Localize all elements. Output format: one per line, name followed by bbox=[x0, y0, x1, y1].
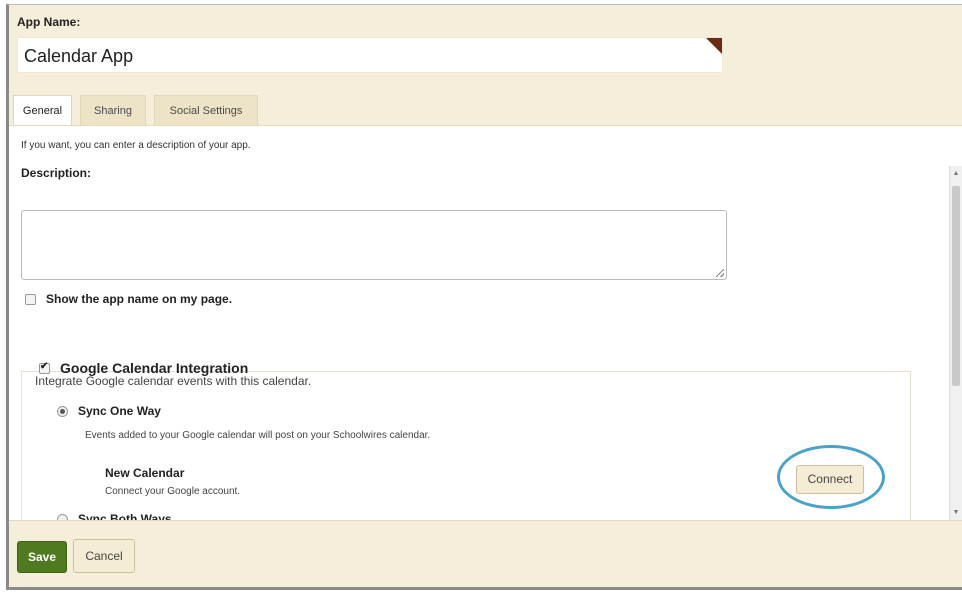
scroll-thumb[interactable] bbox=[952, 186, 960, 386]
sync-one-way-description: Events added to your Google calendar wil… bbox=[85, 430, 431, 441]
description-label: Description: bbox=[21, 166, 92, 180]
google-integration-description: Integrate Google calendar events with th… bbox=[35, 374, 312, 388]
resize-grip-icon[interactable] bbox=[716, 269, 724, 277]
app-header-panel: App Name: Calendar App General Sharing S… bbox=[9, 5, 962, 126]
new-calendar-title: New Calendar bbox=[105, 466, 185, 480]
tab-general[interactable]: General bbox=[13, 95, 72, 126]
highlight-ring bbox=[777, 445, 885, 509]
sync-one-way-radio[interactable] bbox=[57, 405, 68, 417]
scroll-down-arrow-icon[interactable]: ▼ bbox=[950, 507, 962, 519]
tab-sharing[interactable]: Sharing bbox=[80, 95, 146, 125]
app-name-value: Calendar App bbox=[24, 46, 134, 66]
general-tab-content: If you want, you can enter a description… bbox=[9, 125, 962, 526]
google-integration-checkbox[interactable] bbox=[39, 361, 50, 374]
cancel-button[interactable]: Cancel bbox=[73, 539, 135, 573]
sync-one-way-label: Sync One Way bbox=[78, 404, 161, 418]
new-calendar-subtitle: Connect your Google account. bbox=[105, 486, 241, 497]
description-textarea[interactable] bbox=[21, 210, 727, 280]
app-settings-dialog: App Name: Calendar App General Sharing S… bbox=[6, 4, 962, 590]
google-integration-box bbox=[21, 371, 911, 521]
footer-bar: Save Cancel bbox=[9, 520, 962, 587]
intro-text: If you want, you can enter a description… bbox=[21, 140, 251, 151]
app-name-label: App Name: bbox=[17, 15, 81, 29]
required-corner-icon bbox=[706, 38, 722, 54]
save-button[interactable]: Save bbox=[17, 541, 67, 573]
vertical-scrollbar[interactable]: ▲ ▼ bbox=[949, 166, 962, 521]
tab-social-settings[interactable]: Social Settings bbox=[154, 95, 258, 125]
show-app-name-label: Show the app name on my page. bbox=[46, 292, 233, 306]
scroll-up-arrow-icon[interactable]: ▲ bbox=[950, 168, 962, 180]
show-app-name-checkbox[interactable] bbox=[25, 293, 36, 305]
sync-one-way-option[interactable]: Sync One Way bbox=[57, 404, 161, 418]
app-name-input[interactable]: Calendar App bbox=[17, 37, 723, 73]
show-app-name-option[interactable]: Show the app name on my page. bbox=[25, 292, 232, 306]
